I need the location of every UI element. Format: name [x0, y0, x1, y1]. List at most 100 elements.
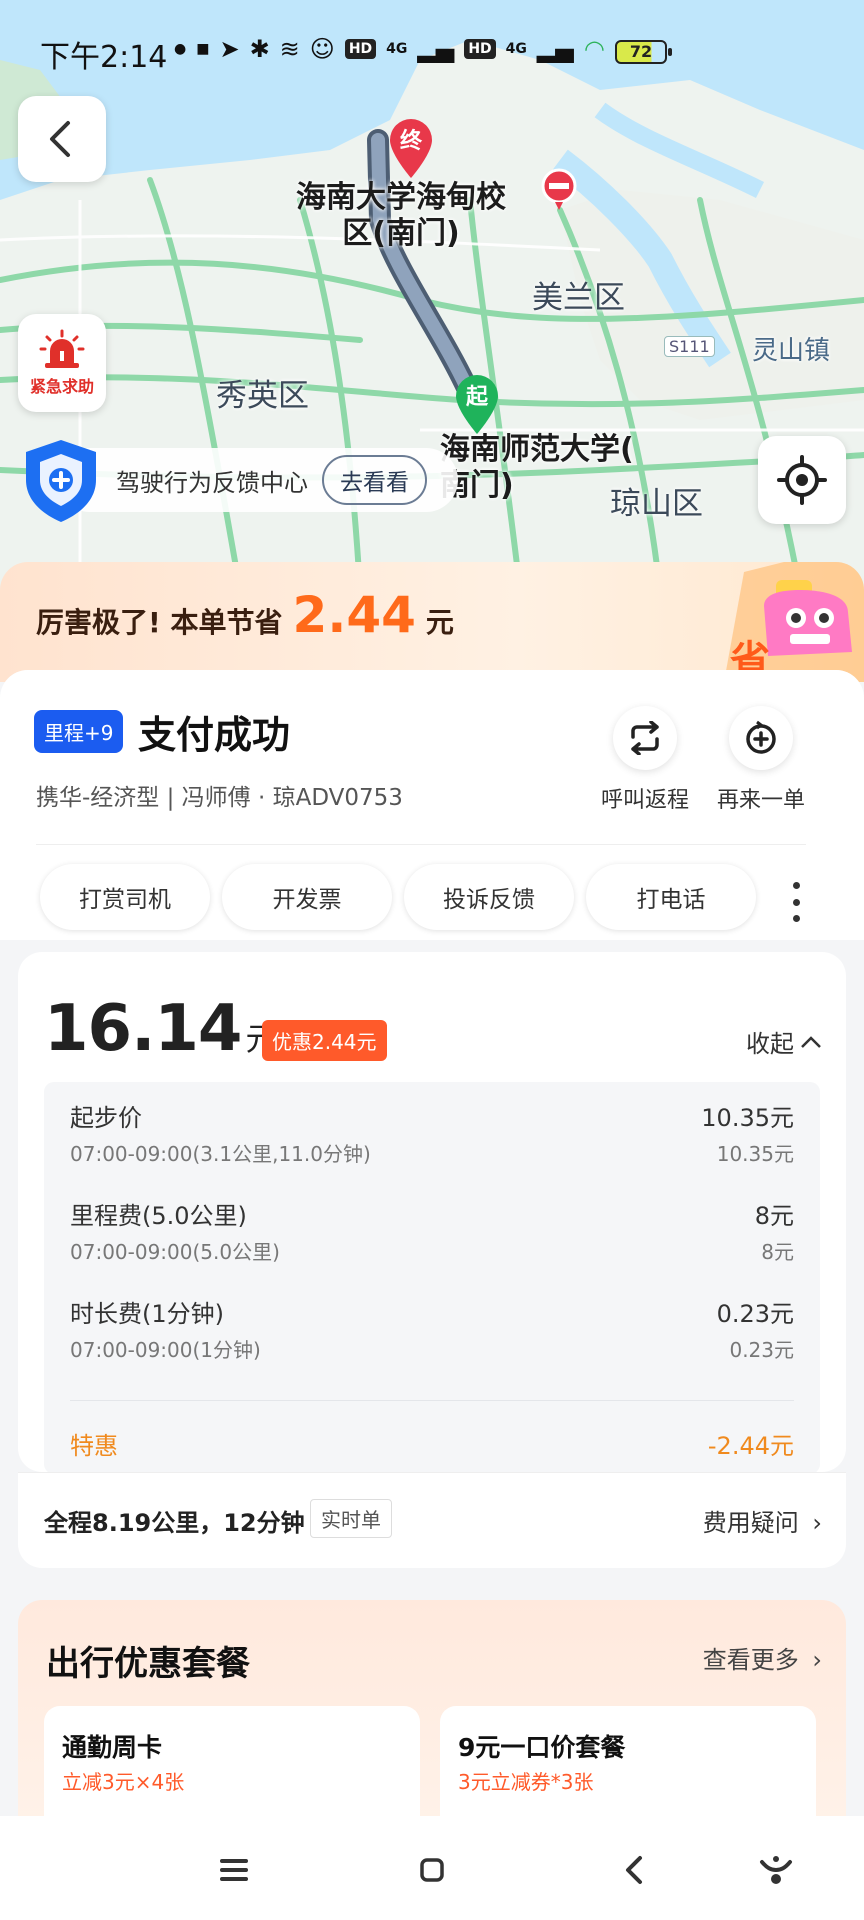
fare-item-value: 8元 [754, 1202, 794, 1230]
driving-feedback-go-button[interactable]: 去看看 [322, 455, 427, 505]
collapse-label: 收起 [746, 1030, 794, 1058]
package-subtitle: 立减3元×4张 [62, 1770, 185, 1794]
fare-total: 16.14 元 [44, 992, 277, 1066]
special-discount-label: 特惠 [70, 1432, 118, 1460]
network-4g-1: 4G [386, 41, 408, 57]
view-more-link[interactable]: 查看更多 › [703, 1640, 822, 1675]
fare-item-sub-value: 10.35元 [716, 1142, 794, 1166]
bluetooth-icon: ✱ [249, 35, 270, 63]
invoice-button[interactable]: 开发票 [222, 864, 392, 930]
call-driver-button[interactable]: 打电话 [586, 864, 756, 930]
fare-question-label: 费用疑问 [702, 1509, 799, 1537]
package-subtitle: 3元立减券*3张 [458, 1770, 594, 1794]
action-button-row: 打赏司机 开发票 投诉反馈 打电话 [40, 864, 756, 930]
call-return-trip-label: 呼叫返程 [600, 788, 689, 813]
complaint-feedback-button[interactable]: 投诉反馈 [404, 864, 574, 930]
svg-text:起: 起 [465, 385, 489, 410]
fare-item-sub: 07:00-09:00(5.0公里) [70, 1240, 280, 1264]
crosshair-icon [777, 455, 827, 505]
district-label-xiuying: 秀英区 [216, 378, 309, 414]
fare-item-label: 里程费(5.0公里) [70, 1202, 247, 1230]
signal-icon-2: ▂▄ [536, 35, 574, 63]
alarm-light-icon [39, 329, 85, 368]
package-title: 9元一口价套餐 [458, 1733, 626, 1762]
fare-item-sub: 07:00-09:00(1分钟) [70, 1338, 261, 1362]
savings-unit: 元 [425, 606, 454, 639]
savings-prefix: 厉害极了! 本单节省 [36, 606, 283, 639]
road-label-s111: S111 [664, 336, 715, 357]
status-icons: ● ■ ➤ ✱ ≋ ☺ HD 4G ▂▄ HD 4G ▂▄ ◠ [170, 34, 605, 64]
locate-me-button[interactable] [758, 436, 846, 524]
location-arrow-icon: ➤ [219, 35, 240, 63]
collapse-fare-button[interactable]: 收起 [746, 1024, 822, 1059]
emergency-help-button[interactable]: 紧急求助 [18, 314, 106, 412]
chevron-up-icon [801, 1035, 821, 1048]
call-return-trip-button[interactable]: 呼叫返程 [590, 706, 700, 814]
status-bar: 下午2:14 ● ■ ➤ ✱ ≋ ☺ HD 4G ▂▄ HD 4G ▂▄ ◠ 7… [0, 0, 864, 100]
chevron-right-icon: › [812, 1509, 822, 1537]
fare-item-sub: 07:00-09:00(3.1公里,11.0分钟) [70, 1142, 371, 1166]
notification-dot-icon: ● [174, 41, 187, 57]
safety-shield-icon [26, 440, 96, 522]
status-time: 下午2:14 [40, 40, 168, 75]
assistant-icon[interactable] [756, 1850, 796, 1890]
trip-summary-row: 全程8.19公里，12分钟 实时单 费用疑问 › [18, 1472, 846, 1568]
savings-text: 厉害极了! 本单节省 2.44 元 [36, 586, 454, 644]
fare-item-label: 起步价 [70, 1104, 142, 1132]
wifi-icon: ◠ [583, 35, 605, 63]
home-icon[interactable] [412, 1850, 452, 1890]
fare-question-link[interactable]: 费用疑问 › [703, 1503, 822, 1538]
district-label-meilan: 美兰区 [532, 280, 625, 316]
divider [70, 1400, 794, 1401]
traffic-restriction-icon [540, 168, 578, 212]
fare-item-label: 时长费(1分钟) [70, 1300, 224, 1328]
fare-card: 16.14 元 优惠2.44元 收起 起步价 10.35元 07:00-09:0… [18, 952, 846, 1474]
notification-app-icon: ■ [196, 41, 210, 57]
district-label-qiongshan: 琼山区 [610, 486, 703, 522]
order-header: 里程+9 支付成功 携华-经济型 | 冯师傅 · 琼ADV0753 呼叫返程 再… [0, 670, 864, 940]
repeat-icon [613, 706, 677, 770]
trip-driver-subtitle: 携华-经济型 | 冯师傅 · 琼ADV0753 [36, 785, 403, 811]
system-navigation-bar [0, 1816, 864, 1920]
start-location-label: 海南师范大学( 南门) [440, 432, 634, 503]
hd-badge-2: HD [464, 39, 496, 59]
reorder-button[interactable]: 再来一单 [706, 706, 816, 814]
start-pin-icon[interactable]: 起 [452, 374, 502, 436]
town-label-lingshan: 灵山镇 [752, 336, 831, 366]
package-title: 通勤周卡 [62, 1733, 163, 1762]
mileage-badge[interactable]: 里程+9 [34, 710, 124, 753]
back-chevron-icon [50, 121, 70, 157]
fare-breakdown: 起步价 10.35元 07:00-09:00(3.1公里,11.0分钟) 10.… [44, 1082, 820, 1474]
hd-badge-1: HD [344, 39, 377, 59]
driving-feedback-label: 驾驶行为反馈中心 [116, 468, 308, 497]
end-location-label: 海南大学海甸校 区(南门) [296, 180, 506, 251]
more-options-icon[interactable] [786, 882, 806, 922]
menu-icon[interactable] [214, 1850, 254, 1890]
view-more-label: 查看更多 [702, 1646, 799, 1674]
driving-feedback-banner[interactable]: 驾驶行为反馈中心 去看看 [18, 436, 458, 524]
fare-item-sub-value: 8元 [761, 1240, 794, 1264]
package-section-title: 出行优惠套餐 [46, 1644, 250, 1684]
end-pin-icon[interactable]: 终 [386, 118, 436, 180]
fare-item-value: 10.35元 [701, 1104, 794, 1132]
fare-item-value: 0.23元 [716, 1300, 794, 1328]
payment-status-title: 支付成功 [138, 713, 291, 757]
fare-item-sub-value: 0.23元 [729, 1338, 794, 1362]
driving-feedback-pill[interactable]: 驾驶行为反馈中心 去看看 [58, 448, 458, 512]
signal-icon-1: ▂▄ [417, 35, 455, 63]
reorder-label: 再来一单 [716, 788, 805, 813]
alarm-icon: ☺ [309, 35, 335, 63]
back-nav-icon[interactable] [614, 1850, 654, 1890]
savings-banner: 厉害极了! 本单节省 2.44 元 省 [0, 562, 864, 682]
travel-package-section: 出行优惠套餐 查看更多 › 通勤周卡 立减3元×4张 9元一口价套餐 3元立减券… [18, 1600, 846, 1850]
emergency-help-label: 紧急求助 [29, 377, 94, 396]
back-button[interactable] [18, 96, 106, 182]
svg-text:终: 终 [400, 128, 423, 154]
fare-total-amount: 16.14 [44, 992, 242, 1066]
special-discount-value: -2.44元 [707, 1432, 794, 1460]
map-view[interactable]: 海南大学海甸校 区(南门) 海南师范大学( 南门) 美兰区 秀英区 琼山区 灵山… [0, 0, 864, 590]
order-detail-sheet[interactable]: 里程+9 支付成功 携华-经济型 | 冯师傅 · 琼ADV0753 呼叫返程 再… [0, 670, 864, 1850]
savings-amount: 2.44 [292, 586, 416, 644]
network-4g-2: 4G [505, 41, 527, 57]
tip-driver-button[interactable]: 打赏司机 [40, 864, 210, 930]
